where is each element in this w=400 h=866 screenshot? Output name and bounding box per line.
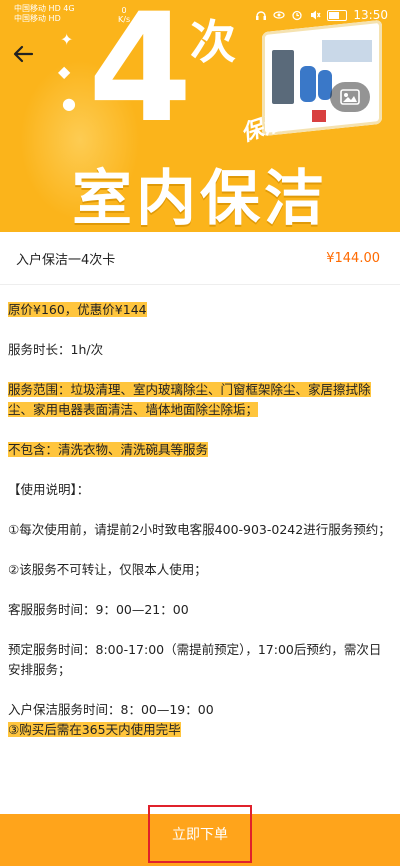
service-scope: 服务范围：垃圾清理、室内玻璃除尘、门窗框架除尘、家居擦拭除尘、家用电器表面清洁、… [8,382,371,417]
speed-value: 0 [121,6,127,15]
home-cleaning-time: 入户保洁服务时间：8：00—19：00 [8,702,214,717]
network-speed: 0 K/s [118,6,130,24]
carrier-1: 中国移动 [14,4,46,13]
carrier-info: 中国移动 HD 4G 中国移动 HD [14,4,75,24]
status-bar: 中国移动 HD 4G 中国移动 HD 0 K/s 13:50 [0,0,400,32]
usage-item-1: ①每次使用前，请提前2小时致电客服400-903-0242进行服务预约； [8,522,391,537]
spray-icon: ✦ [60,30,74,49]
clock-time: 13:50 [353,8,388,22]
back-button[interactable] [8,38,40,70]
headset-icon [255,9,267,21]
bottom-action-bar: 立即下单 [0,805,400,866]
worker-illustration [300,66,316,102]
reserve-service-time: 预定服务时间：8:00-17:00（需提前预定），17:00后预约，需次日安排服… [8,642,382,677]
arrow-left-icon [13,45,34,63]
product-price: ¥144.00 [326,250,380,266]
alarm-icon [291,9,303,21]
customer-service-time: 客服服务时间：9：00—21：00 [8,602,189,617]
bubble-icon: ● [62,94,76,113]
product-name: 入户保洁一4次卡 [16,252,116,268]
price-line: 原价¥160，优惠价¥144 [8,302,147,317]
toolbox-illustration [312,110,326,122]
banner-title: 室内保洁 [72,164,328,232]
order-now-button[interactable]: 立即下单 [148,805,252,863]
usage-item-2: ②该服务不可转让，仅限本人使用； [8,562,207,577]
product-banner: 4 次 保洁 室内保洁 ✦ ◆ ● [0,0,400,232]
mute-icon [309,9,321,21]
hd-badge-2: HD [48,14,61,23]
bucket-icon: ◆ [58,62,71,81]
product-description: 原价¥160，优惠价¥144 服务时长：1h/次 服务范围：垃圾清理、室内玻璃除… [8,300,392,740]
carrier-2: 中国移动 [14,14,46,23]
service-duration: 服务时长：1h/次 [8,342,104,357]
usage-title: 【使用说明】： [8,482,90,497]
counter-illustration [322,40,372,62]
eye-icon [273,9,286,21]
net-type: 4G [63,4,75,13]
usage-item-3: ③购买后需在365天内使用完毕 [8,722,181,737]
battery-icon [327,9,348,21]
speed-unit: K/s [118,15,131,24]
product-title-row: 入户保洁一4次卡 ¥144.00 [0,232,400,285]
image-icon [340,89,360,105]
fridge-illustration [272,50,294,104]
banner-tag: 保洁 [237,109,288,148]
hd-badge-1: HD [48,4,61,13]
image-gallery-button[interactable] [330,82,370,112]
service-excluded: 不包含：清洗衣物、清洗碗具等服务 [8,442,209,457]
